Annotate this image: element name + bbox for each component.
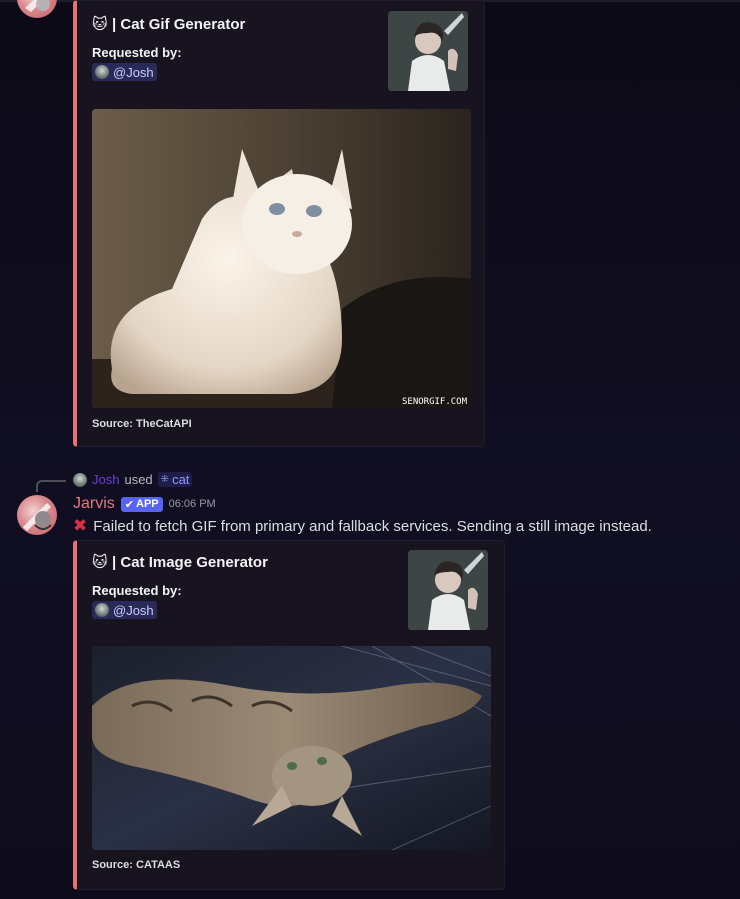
mention-text: @Josh xyxy=(113,602,154,618)
jarvis-avatar-previous[interactable] xyxy=(17,0,57,18)
embed-footer: Source: CATAAS xyxy=(92,859,181,871)
requested-by-label: Requested by: xyxy=(92,583,182,598)
cross-mark-icon: ✖ xyxy=(73,516,88,535)
command-name: cat xyxy=(172,472,190,487)
mention-text: @Josh xyxy=(113,64,154,80)
message-text: Failed to fetch GIF from primary and fal… xyxy=(93,517,652,535)
reply-username[interactable]: Josh xyxy=(92,472,119,487)
reply-avatar[interactable] xyxy=(73,472,87,487)
mention-avatar-icon xyxy=(95,603,109,617)
reply-context[interactable]: Josh used ⁜ cat xyxy=(73,472,193,487)
cat-gif-image[interactable]: SENORGIF.COM xyxy=(92,109,471,408)
command-icon: ⁜ xyxy=(160,474,170,485)
reply-used-text: used xyxy=(124,472,153,487)
requested-by-label: Requested by: xyxy=(92,45,182,60)
cat-still-image[interactable] xyxy=(92,646,491,850)
cat-gif-embed: 🐱 | Cat Gif Generator Requested by: @Jos… xyxy=(73,0,485,447)
mention-avatar-icon xyxy=(95,65,109,79)
embed-thumbnail[interactable] xyxy=(388,11,468,91)
cat-face-icon: 🐱 xyxy=(92,16,108,33)
embed-title: 🐱 | Cat Gif Generator xyxy=(92,15,246,34)
message-timestamp[interactable]: 06:06 PM xyxy=(169,498,216,510)
reply-connector xyxy=(36,480,66,492)
embed-title: 🐱 | Cat Image Generator xyxy=(92,553,268,572)
embed-thumbnail[interactable] xyxy=(408,550,488,630)
embed-title-text: | Cat Gif Generator xyxy=(112,15,246,33)
message-content: ✖ Failed to fetch GIF from primary and f… xyxy=(73,516,652,536)
slash-command[interactable]: ⁜ cat xyxy=(157,472,193,487)
verified-check-icon: ✔ xyxy=(124,498,134,511)
image-watermark: SENORGIF.COM xyxy=(402,397,468,407)
message-header: Jarvis ✔ APP 06:06 PM xyxy=(73,495,216,513)
author-name[interactable]: Jarvis xyxy=(73,495,115,513)
app-badge: ✔ APP xyxy=(120,496,163,512)
app-badge-text: APP xyxy=(136,498,159,510)
user-mention[interactable]: @Josh xyxy=(92,601,157,619)
user-mention[interactable]: @Josh xyxy=(92,63,157,81)
embed-footer: Source: TheCatAPI xyxy=(92,418,192,430)
jarvis-avatar[interactable] xyxy=(17,495,57,535)
cat-image-embed: 🐱 | Cat Image Generator Requested by: @J… xyxy=(73,540,505,890)
embed-title-text: | Cat Image Generator xyxy=(112,553,268,571)
cat-face-icon: 🐱 xyxy=(92,554,108,571)
